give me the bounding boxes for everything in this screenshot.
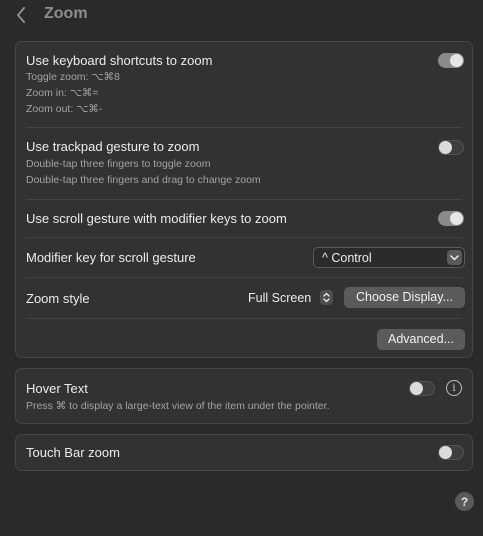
keyboard-shortcuts-label: Use keyboard shortcuts to zoom	[26, 53, 213, 68]
touch-bar-group: Touch Bar zoom	[15, 434, 473, 471]
hover-text-group: Hover Text i Press ⌘ to display a large-…	[15, 368, 473, 424]
keyboard-shortcuts-row: Use keyboard shortcuts to zoom Toggle zo…	[16, 42, 472, 128]
back-button[interactable]	[12, 4, 30, 26]
info-icon[interactable]: i	[446, 380, 462, 396]
chevron-down-icon	[447, 250, 462, 265]
modifier-key-value: ^ Control	[322, 251, 372, 265]
zoom-style-label: Zoom style	[26, 291, 90, 306]
trackpad-gesture-label: Use trackpad gesture to zoom	[26, 139, 200, 154]
zoom-style-value[interactable]: Full Screen	[248, 291, 311, 305]
modifier-key-row: Modifier key for scroll gesture ^ Contro…	[16, 238, 472, 278]
zoom-out-shortcut: Zoom out: ⌥⌘-	[26, 103, 103, 115]
hover-text-toggle[interactable]	[409, 381, 435, 396]
trackpad-toggle-hint: Double-tap three fingers to toggle zoom	[26, 158, 211, 170]
scroll-gesture-row: Use scroll gesture with modifier keys to…	[16, 200, 472, 238]
hover-text-label: Hover Text	[26, 381, 88, 396]
window-header: Zoom	[0, 0, 483, 30]
advanced-button[interactable]: Advanced...	[377, 329, 465, 350]
page-title: Zoom	[44, 5, 88, 22]
modifier-key-select[interactable]: ^ Control	[313, 247, 465, 268]
zoom-style-row: Zoom style Full Screen Choose Display...	[16, 278, 472, 319]
advanced-row: Advanced...	[16, 319, 472, 357]
up-down-chevron-icon[interactable]	[320, 290, 333, 305]
choose-display-button[interactable]: Choose Display...	[344, 287, 465, 308]
touch-bar-zoom-label: Touch Bar zoom	[26, 445, 120, 460]
keyboard-shortcuts-toggle[interactable]	[438, 53, 464, 68]
scroll-gesture-toggle[interactable]	[438, 211, 464, 226]
trackpad-gesture-row: Use trackpad gesture to zoom Double-tap …	[16, 128, 472, 200]
trackpad-gesture-toggle[interactable]	[438, 140, 464, 155]
zoom-in-shortcut: Zoom in: ⌥⌘=	[26, 87, 99, 99]
help-icon[interactable]: ?	[455, 492, 474, 511]
trackpad-drag-hint: Double-tap three fingers and drag to cha…	[26, 174, 261, 186]
modifier-key-label: Modifier key for scroll gesture	[26, 250, 196, 265]
touch-bar-zoom-toggle[interactable]	[438, 445, 464, 460]
toggle-zoom-shortcut: Toggle zoom: ⌥⌘8	[26, 71, 120, 83]
scroll-gesture-label: Use scroll gesture with modifier keys to…	[26, 211, 287, 226]
chevron-left-icon	[17, 7, 25, 23]
hover-text-description: Press ⌘ to display a large-text view of …	[26, 400, 330, 412]
zoom-settings-group: Use keyboard shortcuts to zoom Toggle zo…	[15, 41, 473, 358]
